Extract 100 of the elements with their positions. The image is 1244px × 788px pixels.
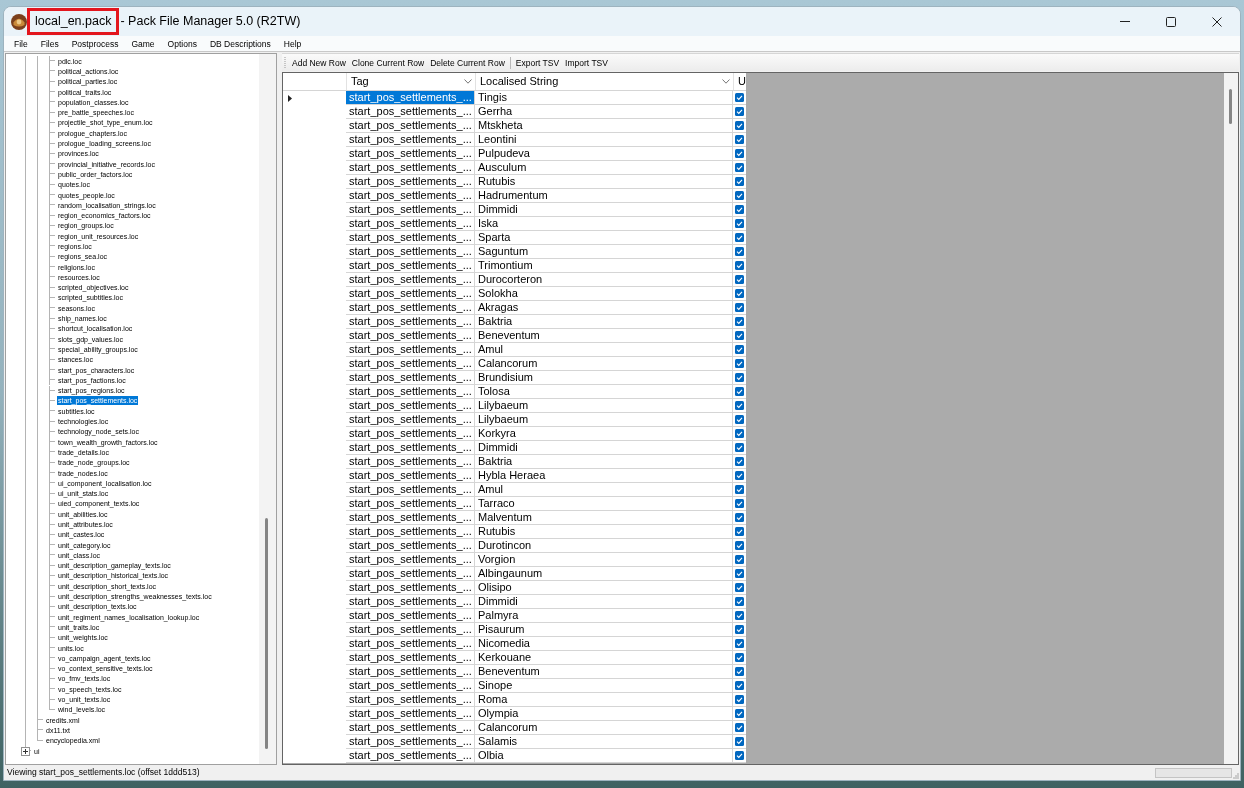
table-cell: start_pos_settlements_... [346,161,475,175]
checkbox[interactable] [735,121,744,130]
column-header[interactable]: Tag [346,73,475,90]
checkbox[interactable] [735,667,744,676]
checkbox[interactable] [735,247,744,256]
table-cell: Tingis [475,91,733,105]
table-cell: start_pos_settlements_... [346,189,475,203]
checkbox[interactable] [735,289,744,298]
checkbox[interactable] [735,485,744,494]
table-cell: Dimmidi [475,203,733,217]
column-header[interactable]: U [733,73,746,90]
checkbox[interactable] [735,499,744,508]
checkbox[interactable] [735,191,744,200]
table-cell: start_pos_settlements_... [346,315,475,329]
table-cell: start_pos_settlements_... [346,735,475,749]
checkbox[interactable] [735,303,744,312]
checkbox[interactable] [735,457,744,466]
checkbox[interactable] [735,723,744,732]
table-cell: start_pos_settlements_... [346,581,475,595]
table-cell: start_pos_settlements_... [346,483,475,497]
checkbox[interactable] [735,597,744,606]
checkbox[interactable] [735,275,744,284]
menu-item[interactable]: Files [35,37,64,50]
checkbox[interactable] [735,261,744,270]
checkbox[interactable] [735,359,744,368]
checkbox[interactable] [735,751,744,760]
table-cell: Amul [475,483,733,497]
checkbox[interactable] [735,163,744,172]
checkbox[interactable] [735,373,744,382]
table-cell: Ausculum [475,161,733,175]
close-icon [1212,16,1222,27]
checkbox[interactable] [735,513,744,522]
plus-box-icon[interactable] [21,746,30,756]
toolbar-button[interactable]: Export TSV [512,55,563,70]
checkbox[interactable] [735,625,744,634]
table-cell: start_pos_settlements_... [346,455,475,469]
checkbox[interactable] [735,233,744,242]
table-cell: Baktria [475,455,733,469]
checkbox[interactable] [735,471,744,480]
checkbox[interactable] [735,345,744,354]
checkbox[interactable] [735,611,744,620]
table-cell: Calancorum [475,721,733,735]
table-cell: start_pos_settlements_... [346,539,475,553]
checkbox[interactable] [735,177,744,186]
menu-item[interactable]: Options [162,37,202,50]
menu-item[interactable]: File [9,37,33,50]
toolbar-button[interactable]: Delete Current Row [427,55,508,70]
menu-item[interactable]: Game [126,37,160,50]
column-header[interactable]: Localised String [475,73,733,90]
checkbox[interactable] [735,653,744,662]
checkbox[interactable] [735,107,744,116]
menu-item[interactable]: Postprocess [66,37,124,50]
checkbox[interactable] [735,737,744,746]
checkbox[interactable] [735,149,744,158]
menu-item[interactable]: DB Descriptions [204,37,276,50]
toolbar-button[interactable]: Add New Row [289,55,349,70]
checkbox[interactable] [735,583,744,592]
table-cell: Hybla Heraea [475,469,733,483]
status-text: Viewing start_pos_settlements.loc (offset 1ddd513) [7,766,200,779]
checkbox[interactable] [735,331,744,340]
table-cell: Olisipo [475,581,733,595]
chevron-down-icon[interactable] [464,79,472,84]
table-cell: start_pos_settlements_... [346,245,475,259]
app-icon [11,13,27,30]
toolbar-button[interactable]: Import TSV [562,55,611,70]
checkbox[interactable] [735,429,744,438]
vertical-scrollbar[interactable] [259,54,276,764]
checkbox[interactable] [735,541,744,550]
table-cell: Sparta [475,231,733,245]
checkbox[interactable] [735,695,744,704]
checkbox[interactable] [735,709,744,718]
checkbox[interactable] [735,93,744,102]
checkbox[interactable] [735,639,744,648]
checkbox[interactable] [735,219,744,228]
table-cell: Brundisium [475,371,733,385]
checkbox[interactable] [735,527,744,536]
checkbox[interactable] [735,681,744,690]
checkbox[interactable] [735,401,744,410]
resize-grip-icon[interactable] [1233,772,1239,779]
checkbox[interactable] [735,555,744,564]
table-cell: Nicomedia [475,637,733,651]
checkbox[interactable] [735,317,744,326]
checkbox[interactable] [735,415,744,424]
table-cell: Pulpudeva [475,147,733,161]
toolbar-button[interactable]: Clone Current Row [348,55,428,70]
scrollbar-thumb[interactable] [265,518,268,749]
chevron-down-icon[interactable] [722,79,730,84]
vertical-scrollbar[interactable] [1224,73,1238,764]
table-cell: Roma [475,693,733,707]
table-cell: Tarraco [475,497,733,511]
table-cell: start_pos_settlements_... [346,427,475,441]
menu-item[interactable]: Help [278,37,307,50]
checkbox[interactable] [735,569,744,578]
checkbox[interactable] [735,387,744,396]
row-header[interactable] [283,91,346,105]
checkbox[interactable] [735,135,744,144]
table-cell: Rutubis [475,525,733,539]
checkbox[interactable] [735,443,744,452]
scrollbar-thumb[interactable] [1229,89,1232,124]
checkbox[interactable] [735,205,744,214]
